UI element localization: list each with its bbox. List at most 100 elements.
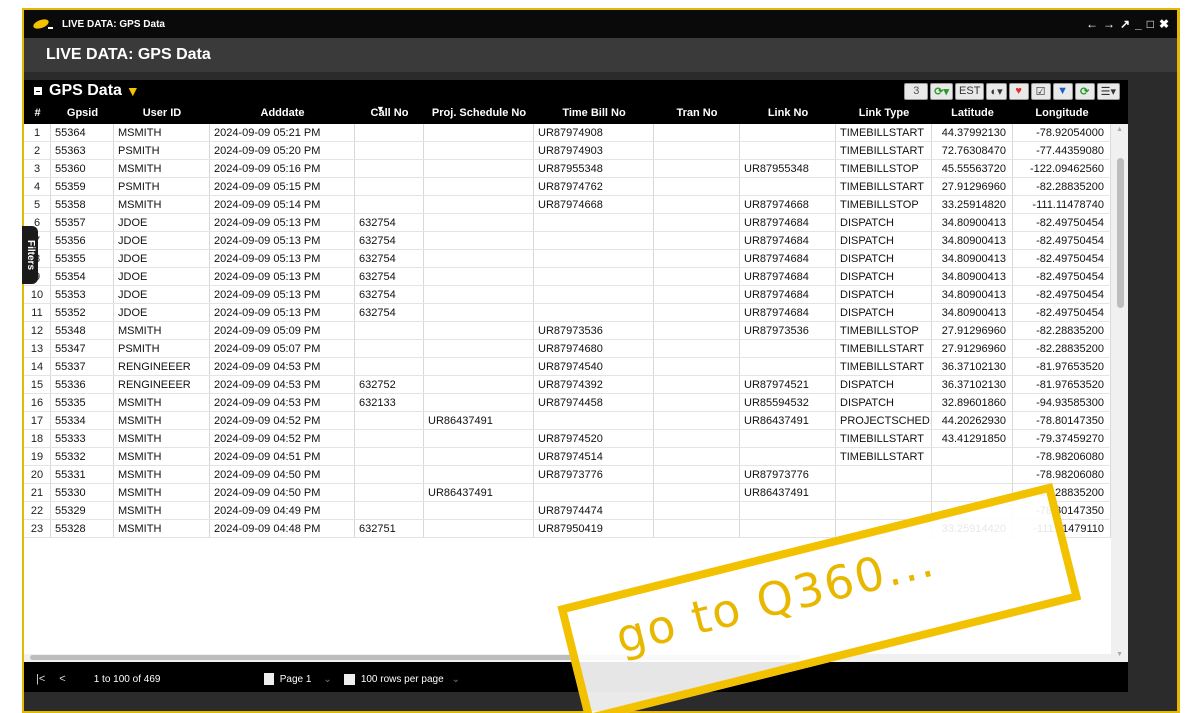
vertical-scrollbar[interactable]: ▲ ▼ [1111,124,1128,662]
table-cell: 55334 [51,412,114,429]
table-cell: DISPATCH [836,250,932,267]
column-header[interactable]: Time Bill No [534,107,654,119]
menu-icon[interactable]: ☰▾ [1096,82,1120,100]
column-header[interactable]: Latitude [932,107,1013,119]
column-header[interactable]: User ID [114,107,210,119]
table-row[interactable]: 755356JDOE2024-09-09 05:13 PM632754UR879… [24,232,1128,250]
column-header[interactable]: Gpsid [51,107,114,119]
column-header[interactable]: Link No [740,107,836,119]
forward-arrow-icon[interactable]: → [1103,17,1115,31]
table-cell: MSMITH [114,484,210,501]
minimize-icon[interactable]: _ [1135,17,1142,31]
column-header[interactable]: Adddate [210,107,355,119]
table-cell: 12 [24,322,51,339]
table-cell: MSMITH [114,466,210,483]
table-cell: 2024-09-09 05:21 PM [210,124,355,141]
back-arrow-icon[interactable]: ← [1086,17,1098,31]
table-cell: 1 [24,124,51,141]
collapse-icon[interactable] [34,87,42,95]
table-cell [654,484,740,501]
table-cell [740,448,836,465]
table-cell: DISPATCH [836,214,932,231]
scroll-up-icon[interactable]: ▲ [1116,126,1123,133]
table-cell [424,304,534,321]
table-cell: 55363 [51,142,114,159]
table-row[interactable]: 15 55336 RENGINEEER 2024-09-09 04:53 PM 6327… [24,376,1128,394]
first-page-icon[interactable]: |< [36,673,45,685]
table-cell: 632754 [355,250,424,267]
table-row[interactable]: 13 55347 PSMITH 2024-09-09 05:07 PM UR879746… [24,340,1128,358]
rows-per-page-select[interactable]: 100 rows per page [361,674,444,685]
table-cell [424,124,534,141]
panel-header: GPS Data ▼ 3 ⟳▾ EST ◐▾ ♥ ☑ ▼ ⟳ ☰▾ [24,80,1128,102]
column-header[interactable]: Longitude [1013,107,1111,119]
table-cell: 55356 [51,232,114,249]
table-cell: TIMEBILLSTART [836,142,932,159]
popout-icon[interactable]: ↗ [1120,17,1130,31]
table-row[interactable]: 855355JDOE2024-09-09 05:13 PM632754UR879… [24,250,1128,268]
maximize-icon[interactable]: □ [1147,17,1154,31]
table-row[interactable]: 4 55359 PSMITH 2024-09-09 05:15 PM UR8797476… [24,178,1128,196]
chevron-down-icon[interactable]: ⌄ [323,674,331,685]
table-row[interactable]: 18 55333 MSMITH 2024-09-09 04:52 PM UR879745… [24,430,1128,448]
table-cell [424,430,534,447]
column-header[interactable]: Call No [355,107,424,119]
table-cell: JDOE [114,304,210,321]
table-cell [355,322,424,339]
chevron-down-icon[interactable]: ⌄ [452,674,460,685]
column-header[interactable]: Link Type [836,107,932,119]
table-cell: 34.80900413 [932,250,1013,267]
auto-refresh-icon[interactable]: ⟳▾ [930,82,954,100]
table-cell: MSMITH [114,412,210,429]
table-row[interactable]: 11 55352 JDOE 2024-09-09 05:13 PM 632754 UR87… [24,304,1128,322]
globe-icon[interactable]: ◐▾ [986,82,1007,100]
table-cell: 632754 [355,286,424,303]
prev-page-icon[interactable]: < [59,673,65,685]
table-cell: 55359 [51,178,114,195]
table-row[interactable]: 16 55335 MSMITH 2024-09-09 04:53 PM 632133 UR… [24,394,1128,412]
table-row[interactable]: 1 55364 MSMITH 2024-09-09 05:21 PM UR8797490… [24,124,1128,142]
sort-desc-icon[interactable]: ▼ [376,104,385,114]
table-cell: UR87974680 [534,340,654,357]
table-row[interactable]: 14 55337 RENGINEEER 2024-09-09 04:53 PM UR87… [24,358,1128,376]
filters-tab[interactable]: Filters [22,226,38,284]
table-cell: UR86437491 [424,484,534,501]
table-cell: 2024-09-09 05:14 PM [210,196,355,213]
close-icon[interactable]: ✖ [1159,17,1169,31]
table-row[interactable]: 955354JDOE2024-09-09 05:13 PM632754UR879… [24,268,1128,286]
table-cell: -78.80147350 [1013,412,1111,429]
table-row[interactable]: 2 55363 PSMITH 2024-09-09 05:20 PM UR8797490… [24,142,1128,160]
table-cell: 16 [24,394,51,411]
column-header[interactable]: Tran No [654,107,740,119]
table-cell: JDOE [114,286,210,303]
column-header[interactable]: Proj. Schedule No [424,107,534,119]
table-cell: MSMITH [114,502,210,519]
table-cell [740,340,836,357]
refresh-count[interactable]: 3 [904,82,929,100]
map-pin-icon[interactable]: ♥ [1008,82,1029,100]
table-cell [654,142,740,159]
column-header[interactable]: # [24,107,51,119]
window-controls: ← → ↗ _ □ ✖ [1086,17,1169,31]
table-row[interactable]: 17 55334 MSMITH 2024-09-09 04:52 PM UR864374… [24,412,1128,430]
scroll-thumb[interactable] [1117,158,1124,308]
table-row[interactable]: 5 55358 MSMITH 2024-09-09 05:14 PM UR8797466… [24,196,1128,214]
filter-active-icon[interactable]: ▼ [126,83,140,99]
table-cell: UR85594532 [740,394,836,411]
table-row[interactable]: 12 55348 MSMITH 2024-09-09 05:09 PM UR879735… [24,322,1128,340]
table-cell: 55348 [51,322,114,339]
table-cell: -79.37459270 [1013,430,1111,447]
table-cell [740,124,836,141]
screen-background: LIVE DATA: GPS Data ← → ↗ _ □ ✖ LIVE DAT… [0,0,1186,713]
table-cell: 44.37992130 [932,124,1013,141]
scroll-down-icon[interactable]: ▼ [1116,651,1123,658]
refresh-icon[interactable]: ⟳ [1074,82,1095,100]
timezone-button[interactable]: EST [955,82,985,100]
table-row[interactable]: 6 55357 JDOE 2024-09-09 05:13 PM 632754 UR879… [24,214,1128,232]
table-row[interactable]: 3 55360 MSMITH 2024-09-09 05:16 PM UR8795534… [24,160,1128,178]
table-cell: 2024-09-09 04:51 PM [210,448,355,465]
page-select[interactable]: Page 1 [280,674,312,685]
filter-icon[interactable]: ▼ [1052,82,1073,100]
checkbox-icon[interactable]: ☑ [1030,82,1051,100]
table-row[interactable]: 10 55353 JDOE 2024-09-09 05:13 PM 632754 UR87… [24,286,1128,304]
